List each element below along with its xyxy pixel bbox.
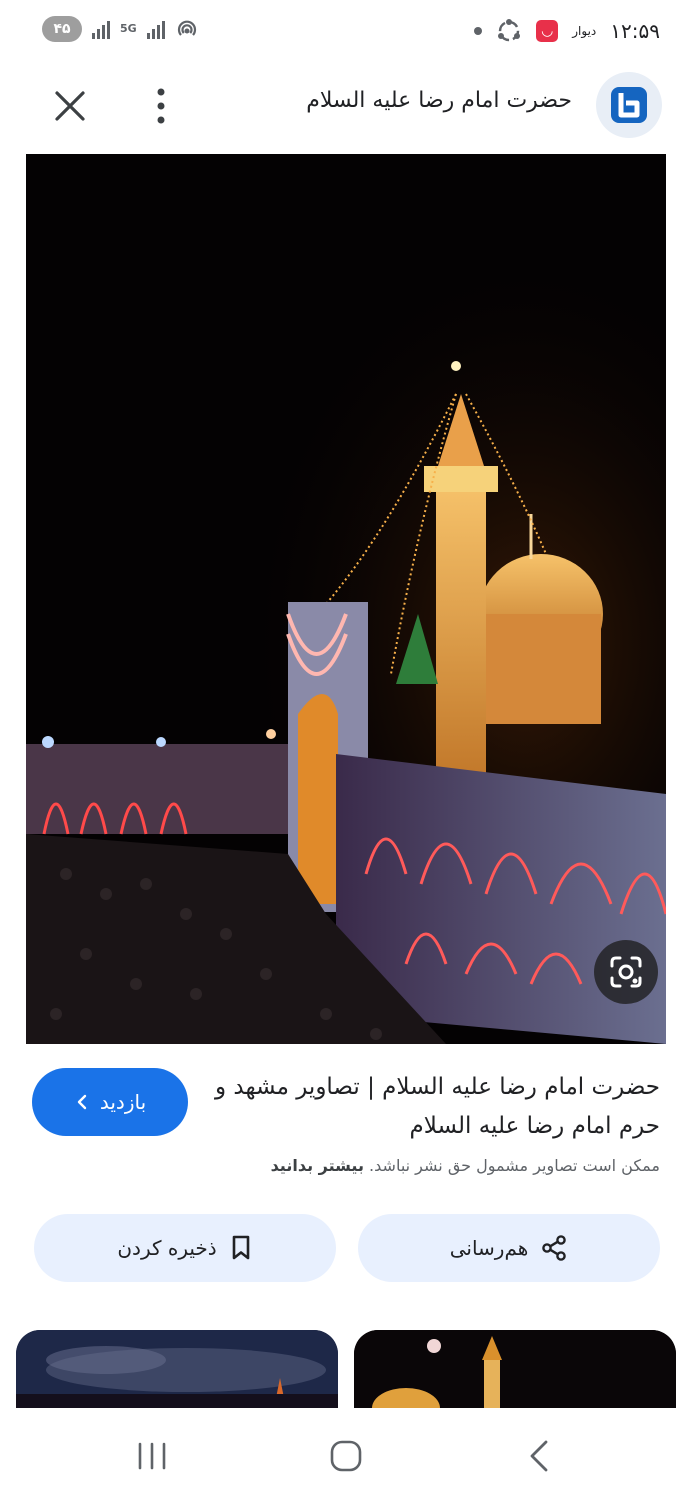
- result-title[interactable]: حضرت امام رضا علیه السلام | تصاویر مشهد …: [210, 1068, 660, 1146]
- more-options-button[interactable]: [146, 84, 176, 128]
- shrine-photo: [26, 154, 666, 1044]
- signal-icon: [92, 19, 110, 39]
- related-image-thumbnail[interactable]: [16, 1330, 338, 1408]
- site-logo-icon: [611, 87, 647, 123]
- share-button[interactable]: هم‌رسانی: [358, 1214, 660, 1282]
- lens-icon: [610, 956, 642, 988]
- hotspot-icon: [177, 20, 196, 36]
- signal-icon-2: [146, 19, 165, 39]
- viewer-header: حضرت امام رضا علیه السلام: [0, 64, 692, 150]
- main-image[interactable]: [26, 154, 666, 1044]
- chevron-left-icon: [77, 1094, 87, 1110]
- status-icons-right: ◡ دیوار ۱۲:۵۹: [474, 18, 660, 44]
- save-button[interactable]: ذخیره کردن: [34, 1214, 336, 1282]
- thumbnail-photo: [354, 1330, 676, 1408]
- copyright-text: ممکن است تصاویر مشمول حق نشر نباشد.: [369, 1156, 660, 1175]
- thumbnail-photo: [16, 1330, 338, 1408]
- related-image-thumbnail[interactable]: [354, 1330, 676, 1408]
- back-button[interactable]: [520, 1436, 560, 1476]
- more-vert-icon: [157, 88, 165, 124]
- clock: ۱۲:۵۹: [610, 19, 660, 43]
- status-bar: ۴۵ 5G ◡ دیوار ۱۲:۵۹: [0, 0, 692, 64]
- lens-search-button[interactable]: [594, 940, 658, 1004]
- sync-icon: [498, 19, 521, 42]
- close-icon: [55, 91, 85, 121]
- site-logo[interactable]: [596, 72, 662, 138]
- notification-dot-icon: [474, 27, 483, 35]
- page-title[interactable]: حضرت امام رضا علیه السلام: [306, 88, 572, 113]
- home-button[interactable]: [326, 1436, 366, 1476]
- learn-more-link[interactable]: بیشتر بدانید: [271, 1156, 364, 1175]
- system-navigation-bar: [0, 1408, 692, 1500]
- back-icon: [530, 1440, 548, 1472]
- bookmark-icon: [232, 1235, 249, 1260]
- status-icons-left: ۴۵ 5G: [42, 16, 199, 42]
- divar-label: دیوار: [572, 24, 597, 38]
- copyright-notice: ممکن است تصاویر مشمول حق نشر نباشد. بیشت…: [271, 1156, 660, 1175]
- home-icon: [330, 1440, 362, 1472]
- network-type-label: 5G: [120, 22, 137, 35]
- visit-button[interactable]: بازدید: [32, 1068, 188, 1136]
- visit-label: بازدید: [99, 1090, 147, 1114]
- share-icon: [542, 1235, 567, 1261]
- close-button[interactable]: [48, 84, 92, 128]
- divar-app-icon: ◡: [536, 20, 559, 42]
- battery-indicator: ۴۵: [42, 16, 82, 42]
- recent-apps-icon: [138, 1442, 166, 1470]
- recent-apps-button[interactable]: [132, 1436, 172, 1476]
- save-label: ذخیره کردن: [117, 1236, 217, 1260]
- share-label: هم‌رسانی: [449, 1236, 529, 1260]
